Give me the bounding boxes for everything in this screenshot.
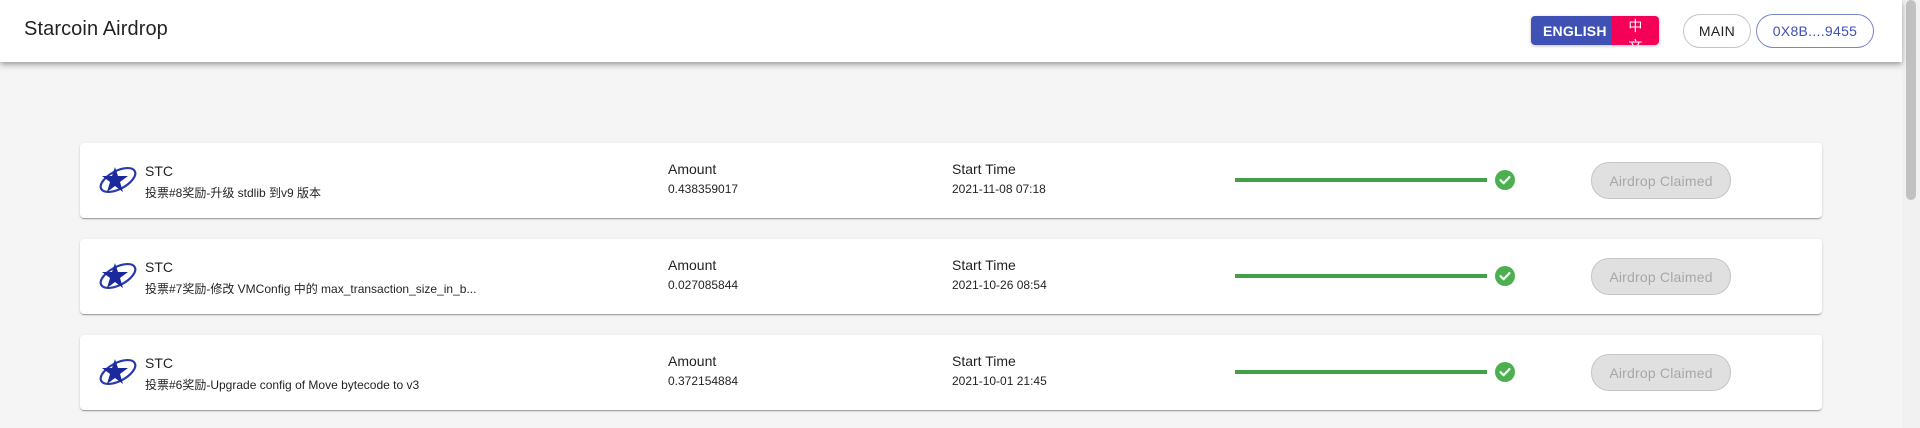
- account-button[interactable]: 0X8B....9455: [1756, 14, 1874, 48]
- progress-bar: [1235, 370, 1487, 374]
- amount-label: Amount: [668, 257, 717, 273]
- airdrop-description: 投票#7奖励-修改 VMConfig 中的 max_transaction_si…: [145, 282, 477, 296]
- starcoin-logo-icon: [99, 166, 137, 194]
- airdrop-card: STC 投票#8奖励-升级 stdlib 到v9 版本 Amount 0.438…: [80, 143, 1822, 218]
- amount-label: Amount: [668, 353, 717, 369]
- start-time-label: Start Time: [952, 353, 1016, 369]
- airdrop-description: 投票#8奖励-升级 stdlib 到v9 版本: [145, 186, 322, 200]
- amount-value: 0.027085844: [668, 278, 739, 292]
- start-time-value: 2021-10-26 08:54: [952, 278, 1047, 292]
- check-circle-icon: [1495, 266, 1515, 286]
- airdrop-claimed-button[interactable]: Airdrop Claimed: [1591, 258, 1731, 295]
- app-bar: Starcoin Airdrop ENGLISH 中文 MAIN 0X8B...…: [0, 0, 1902, 62]
- amount-value: 0.438359017: [668, 182, 739, 196]
- starcoin-logo-icon: [99, 358, 137, 386]
- airdrop-claimed-button[interactable]: Airdrop Claimed: [1591, 354, 1731, 391]
- progress-fill: [1235, 274, 1487, 278]
- language-switch: ENGLISH 中文: [1531, 16, 1659, 45]
- token-name: STC: [145, 259, 173, 275]
- starcoin-logo-icon: [99, 262, 137, 290]
- amount-label: Amount: [668, 161, 717, 177]
- check-circle-icon: [1495, 362, 1515, 382]
- network-button[interactable]: MAIN: [1683, 14, 1751, 48]
- amount-value: 0.372154884: [668, 374, 739, 388]
- app-title: Starcoin Airdrop: [24, 18, 168, 40]
- airdrop-card: STC 投票#7奖励-修改 VMConfig 中的 max_transactio…: [80, 239, 1822, 314]
- english-button[interactable]: ENGLISH: [1531, 16, 1612, 45]
- airdrop-claimed-button[interactable]: Airdrop Claimed: [1591, 162, 1731, 199]
- airdrop-card: STC 投票#6奖励-Upgrade config of Move byteco…: [80, 335, 1822, 410]
- token-name: STC: [145, 163, 173, 179]
- progress-bar: [1235, 274, 1487, 278]
- progress-fill: [1235, 178, 1487, 182]
- progress-bar: [1235, 178, 1487, 182]
- token-name: STC: [145, 355, 173, 371]
- start-time-label: Start Time: [952, 257, 1016, 273]
- start-time-value: 2021-10-01 21:45: [952, 374, 1047, 388]
- start-time-value: 2021-11-08 07:18: [952, 182, 1046, 196]
- check-circle-icon: [1495, 170, 1515, 190]
- chinese-button[interactable]: 中文: [1612, 16, 1659, 45]
- airdrop-description: 投票#6奖励-Upgrade config of Move bytecode t…: [145, 378, 420, 392]
- progress-fill: [1235, 370, 1487, 374]
- start-time-label: Start Time: [952, 161, 1016, 177]
- scrollbar-thumb[interactable]: [1906, 0, 1916, 200]
